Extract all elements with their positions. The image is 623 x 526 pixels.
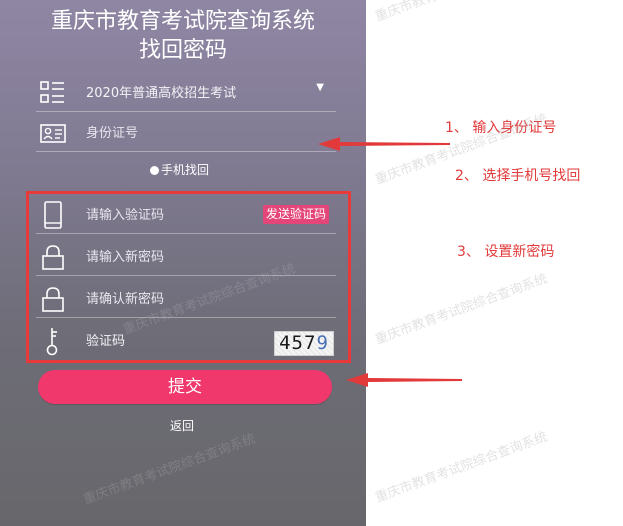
phone-recovery-label: 手机找回 (161, 163, 210, 177)
annotation-step-3: 3、 设置新密码 (457, 244, 555, 260)
watermark: 重庆市教育考试院综合查询系统 (373, 429, 550, 506)
radio-dot-icon (150, 166, 159, 175)
arrow-left-icon (318, 137, 450, 151)
submit-button[interactable]: 提交 (38, 370, 332, 404)
page-title: 找回密码 (138, 38, 227, 63)
divider (36, 151, 336, 152)
id-number-field[interactable]: 身份证号 (36, 112, 336, 152)
watermark: 重庆市教育考试院综合查询系统 (81, 431, 258, 508)
id-card-icon (40, 124, 66, 143)
screenshot: 重庆市教育考试院查询系统 找回密码 2020年普通高校招生考试 ▼ 身份证号 手… (0, 0, 623, 526)
list-icon (40, 81, 64, 103)
highlight-box (26, 191, 351, 363)
phone-recovery-radio[interactable]: 手机找回 (150, 161, 209, 178)
arrow-left-icon (346, 373, 462, 387)
annotation-step-1: 1、 输入身份证号 (445, 120, 557, 136)
chevron-down-icon: ▼ (316, 82, 324, 93)
exam-select-value: 2020年普通高校招生考试 (86, 86, 237, 101)
watermark: 重庆市教育考试院综合查询系统 (373, 271, 550, 348)
exam-select[interactable]: 2020年普通高校招生考试 ▼ (36, 72, 336, 112)
annotation-step-2: 2、 选择手机号找回 (455, 168, 581, 184)
back-link[interactable]: 返回 (170, 417, 194, 434)
id-number-placeholder: 身份证号 (86, 126, 139, 141)
watermark: 重庆市教育考试院综合查询系统 (372, 0, 549, 25)
system-title: 重庆市教育考试院查询系统 (50, 9, 315, 34)
